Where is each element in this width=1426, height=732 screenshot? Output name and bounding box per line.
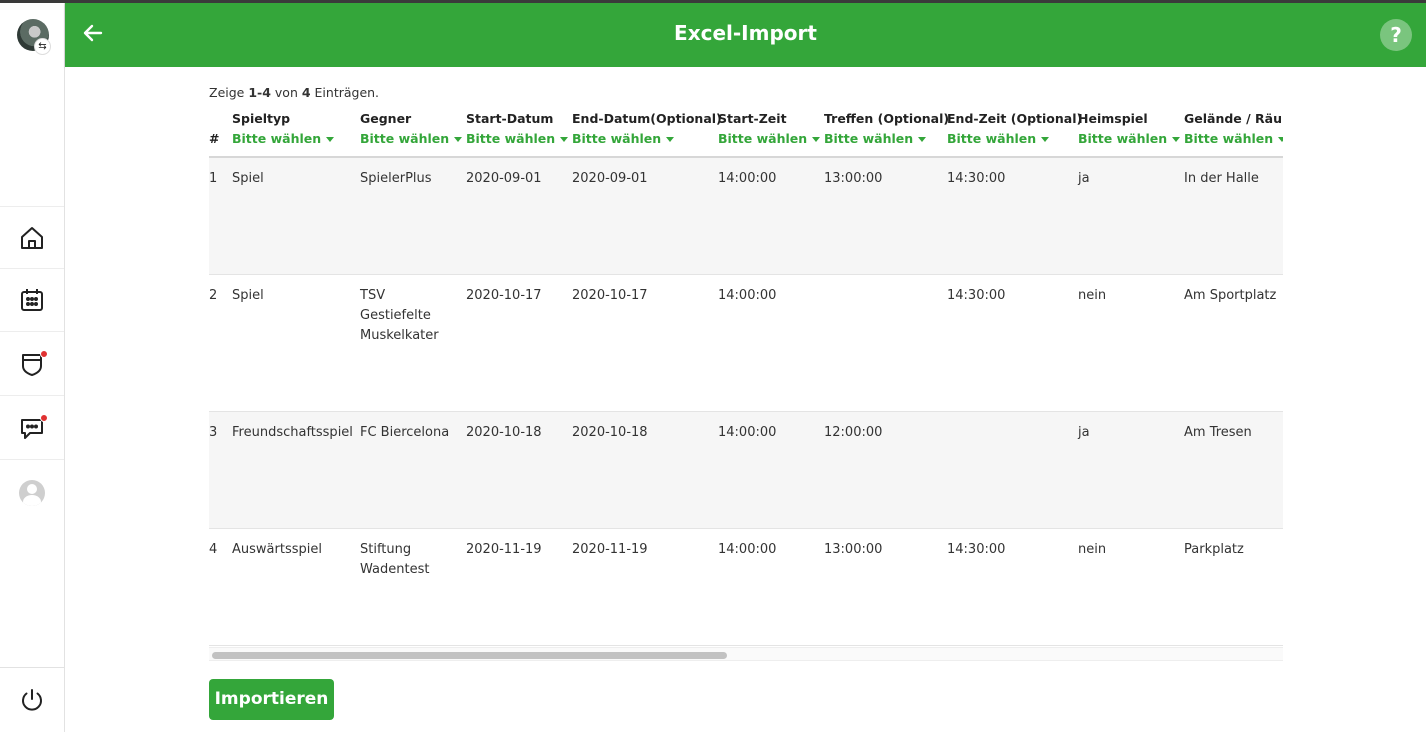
- logout-button[interactable]: [0, 667, 64, 732]
- table-cell: Auswärtsspiel: [232, 528, 360, 646]
- calendar-icon: [21, 289, 43, 311]
- column-header: End-Datum(Optional) Bitte wählen: [572, 107, 722, 158]
- sidebar-item-home[interactable]: [0, 206, 64, 269]
- table-row: 4 Auswärtsspiel Stiftung Wadentest 2020-…: [209, 528, 1283, 646]
- table-row: 3 Freundschaftsspiel FC Biercelona 2020-…: [209, 411, 1283, 529]
- table-cell: 13:00:00: [824, 528, 947, 646]
- sidebar-item-profile[interactable]: [0, 461, 64, 524]
- notification-badge: [40, 414, 48, 422]
- table-cell: Am Tresen: [1184, 411, 1283, 529]
- import-table-container[interactable]: # Spieltyp Bitte wählen Gegner Bitte wähle…: [209, 107, 1283, 661]
- caret-down-icon: [454, 137, 463, 142]
- table-cell: Am Sportplatz: [1184, 274, 1283, 412]
- app-frame: ⇆ Excel-Import ? Zeige 1-4 von 4 Einträg…: [0, 3, 1426, 732]
- caret-down-icon: [1041, 137, 1050, 142]
- column-mapping-select[interactable]: Bitte wählen: [1078, 131, 1184, 146]
- caret-down-icon: [812, 137, 821, 142]
- table-header-row: # Spieltyp Bitte wählen Gegner Bitte wähle…: [209, 107, 1283, 158]
- column-header: Gelände / RäumlichkeitBitte wählen: [1184, 107, 1283, 158]
- table-cell: ja: [1078, 157, 1184, 275]
- table-row: 1 Spiel SpielerPlus 2020-09-01 2020-09-0…: [209, 157, 1283, 275]
- main-content: Zeige 1-4 von 4 Einträgen. # Spieltyp Bi…: [65, 67, 1426, 732]
- table-cell: FC Biercelona: [360, 411, 466, 529]
- table-cell: 14:00:00: [718, 274, 824, 412]
- column-header: End-Zeit (Optional) Bitte wählen: [947, 107, 1082, 158]
- scrollbar-thumb[interactable]: [212, 652, 727, 659]
- caret-down-icon: [560, 137, 569, 142]
- table-cell: SpielerPlus: [360, 157, 466, 275]
- row-index: 3: [209, 411, 232, 529]
- column-header: Heimspiel Bitte wählen: [1078, 107, 1184, 158]
- table-cell: 14:30:00: [947, 274, 1078, 412]
- table-cell: 2020-10-18: [572, 411, 718, 529]
- import-button[interactable]: Importieren: [209, 679, 334, 720]
- column-mapping-select[interactable]: Bitte wählen: [232, 131, 360, 146]
- column-mapping-select[interactable]: Bitte wählen: [466, 131, 572, 146]
- table-cell: In der Halle: [1184, 157, 1283, 275]
- column-header: Gegner Bitte wählen: [360, 107, 466, 158]
- column-header: Treffen (Optional) Bitte wählen: [824, 107, 949, 158]
- column-mapping-select[interactable]: Bitte wählen: [360, 131, 466, 146]
- sidebar-item-chat[interactable]: [0, 397, 64, 460]
- table-cell: 14:00:00: [718, 411, 824, 529]
- power-icon: [22, 689, 42, 711]
- sidebar-item-calendar[interactable]: [0, 269, 64, 332]
- table-cell: 14:00:00: [718, 157, 824, 275]
- column-mapping-select[interactable]: Bitte wählen: [572, 131, 718, 146]
- column-mapping-select[interactable]: Bitte wählen: [824, 131, 947, 146]
- table-cell: TSV Gestiefelte Muskelkater: [360, 274, 466, 412]
- table-cell: Spiel: [232, 157, 360, 275]
- caret-down-icon: [326, 137, 335, 142]
- table-cell: 13:00:00: [824, 157, 947, 275]
- table-cell: 2020-09-01: [572, 157, 718, 275]
- entries-summary: Zeige 1-4 von 4 Einträgen.: [209, 85, 380, 100]
- table-cell: 14:00:00: [718, 528, 824, 646]
- table-cell: ja: [1078, 411, 1184, 529]
- swap-team-icon[interactable]: ⇆: [34, 38, 51, 55]
- home-icon: [21, 226, 43, 249]
- profile-avatar: [19, 479, 45, 506]
- caret-down-icon: [666, 137, 675, 142]
- table-cell: Parkplatz: [1184, 528, 1283, 646]
- table-cell: 2020-10-17: [466, 274, 572, 412]
- page-title: Excel-Import: [674, 21, 817, 45]
- table-cell: nein: [1078, 274, 1184, 412]
- column-header: Spieltyp Bitte wählen: [232, 107, 360, 158]
- caret-down-icon: [918, 137, 927, 142]
- sidebar: ⇆: [0, 3, 65, 732]
- column-header: Start-Zeit Bitte wählen: [718, 107, 824, 158]
- table-cell: Stiftung Wadentest: [360, 528, 466, 646]
- caret-down-icon: [1172, 137, 1181, 142]
- column-header: Start-Datum Bitte wählen: [466, 107, 572, 158]
- table-cell: 14:30:00: [947, 528, 1078, 646]
- column-mapping-select[interactable]: Bitte wählen: [718, 131, 824, 146]
- caret-down-icon: [1278, 137, 1283, 142]
- table-cell: nein: [1078, 528, 1184, 646]
- table-cell: Spiel: [232, 274, 360, 412]
- column-mapping-select[interactable]: Bitte wählen: [1184, 131, 1283, 146]
- column-header-index: #: [209, 107, 232, 158]
- table-cell: [824, 274, 947, 412]
- table-cell: 2020-09-01: [466, 157, 572, 275]
- row-index: 2: [209, 274, 232, 412]
- table-cell: Freundschaftsspiel: [232, 411, 360, 529]
- table-cell: 2020-11-19: [466, 528, 572, 646]
- help-button[interactable]: ?: [1380, 19, 1412, 51]
- row-index: 1: [209, 157, 232, 275]
- horizontal-scrollbar[interactable]: [209, 647, 1283, 661]
- column-mapping-select[interactable]: Bitte wählen: [947, 131, 1078, 146]
- table-cell: [947, 411, 1078, 529]
- row-index: 4: [209, 528, 232, 646]
- import-table: # Spieltyp Bitte wählen Gegner Bitte wähle…: [209, 107, 1283, 646]
- table-cell: 14:30:00: [947, 157, 1078, 275]
- sidebar-item-teams[interactable]: [0, 333, 64, 396]
- table-cell: 2020-10-18: [466, 411, 572, 529]
- table-cell: 12:00:00: [824, 411, 947, 529]
- notification-badge: [40, 350, 48, 358]
- top-bar: Excel-Import ?: [65, 3, 1426, 67]
- table-row: 2 Spiel TSV Gestiefelte Muskelkater 2020…: [209, 274, 1283, 412]
- table-cell: 2020-10-17: [572, 274, 718, 412]
- table-cell: 2020-11-19: [572, 528, 718, 646]
